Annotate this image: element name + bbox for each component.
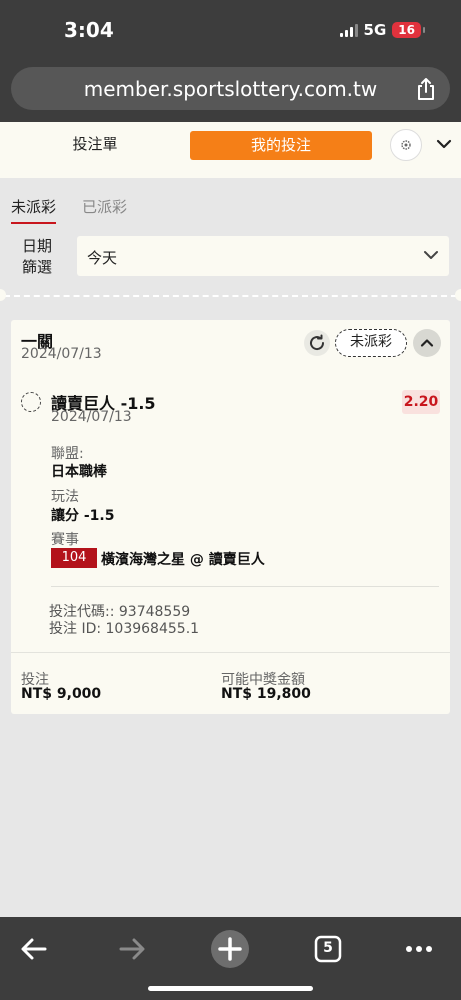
chevron-up-icon: [420, 339, 434, 347]
new-tab-button[interactable]: [208, 927, 252, 971]
url-text[interactable]: member.sportslottery.com.tw: [11, 77, 450, 101]
settings-button[interactable]: [390, 129, 422, 161]
more-icon: [406, 946, 432, 952]
divider: [11, 652, 450, 653]
league-label: 聯盟:: [51, 446, 84, 462]
tab-settled[interactable]: 已派彩: [82, 196, 127, 217]
battery-icon: 16: [392, 22, 425, 38]
ticket-notch: [455, 289, 461, 301]
bet-tabs-bar: 投注單 我的投注: [0, 122, 461, 178]
chevron-down-icon: [424, 251, 438, 259]
bet-date: 2024/07/13: [21, 346, 102, 362]
page-content: 投注單 我的投注 未派彩 已派彩 日期篩選 今天 一關 2024/07/13 未…: [0, 122, 461, 917]
tab-unsettled[interactable]: 未派彩: [11, 196, 57, 224]
browser-chrome: 3:04 5G 16 member.sportslottery.com.tw: [0, 0, 461, 122]
gear-icon: [401, 140, 411, 150]
tabs-count: 5: [323, 940, 333, 956]
dashed-divider: [4, 295, 457, 297]
stake-value: NT$ 9,000: [21, 686, 102, 702]
collapse-button[interactable]: [413, 329, 441, 357]
tabs-button[interactable]: 5: [306, 927, 350, 971]
more-button[interactable]: [397, 927, 441, 971]
status-time: 3:04: [64, 18, 114, 42]
odds-badge: 2.20: [402, 390, 440, 414]
match-name: 橫濱海灣之星 @ 讀賣巨人: [101, 552, 265, 568]
divider: [51, 586, 439, 587]
event-label: 賽事: [51, 532, 79, 548]
filter-area: 未派彩 已派彩 日期篩選 今天: [0, 178, 461, 293]
selection-date: 2024/07/13: [51, 409, 132, 425]
back-button[interactable]: [12, 927, 56, 971]
date-filter-value: 今天: [87, 249, 118, 267]
arrow-left-icon: [21, 938, 47, 960]
signal-icon: [339, 23, 358, 37]
chevron-down-icon[interactable]: [436, 138, 452, 150]
league-value: 日本職棒: [51, 464, 107, 480]
play-value: 讓分 -1.5: [51, 508, 115, 524]
forward-button[interactable]: [110, 927, 154, 971]
bet-id: 投注 ID: 103968455.1: [49, 621, 200, 637]
date-filter-select[interactable]: 今天: [77, 236, 449, 276]
tab-my-bets[interactable]: 我的投注: [190, 131, 372, 160]
plus-icon: [211, 930, 249, 968]
share-icon[interactable]: [415, 77, 437, 101]
arrow-right-icon: [119, 938, 145, 960]
pending-status-icon: [21, 392, 41, 412]
network-type: 5G: [363, 21, 387, 39]
match-number-badge: 104: [51, 548, 97, 568]
status-badge: 未派彩: [335, 329, 407, 357]
play-label: 玩法: [51, 489, 79, 505]
home-indicator: [148, 986, 313, 991]
tab-bet-slip[interactable]: 投注單: [40, 135, 150, 154]
address-bar[interactable]: member.sportslottery.com.tw: [11, 67, 450, 110]
refresh-button[interactable]: [304, 330, 330, 356]
bet-card: 一關 2024/07/13 未派彩 讀賣巨人 -1.5 2024/07/13 2…: [11, 320, 450, 714]
payout-value: NT$ 19,800: [221, 686, 311, 702]
refresh-icon: [310, 334, 325, 351]
date-filter-label: 日期篩選: [22, 237, 53, 276]
status-icons: 5G 16: [339, 21, 425, 39]
